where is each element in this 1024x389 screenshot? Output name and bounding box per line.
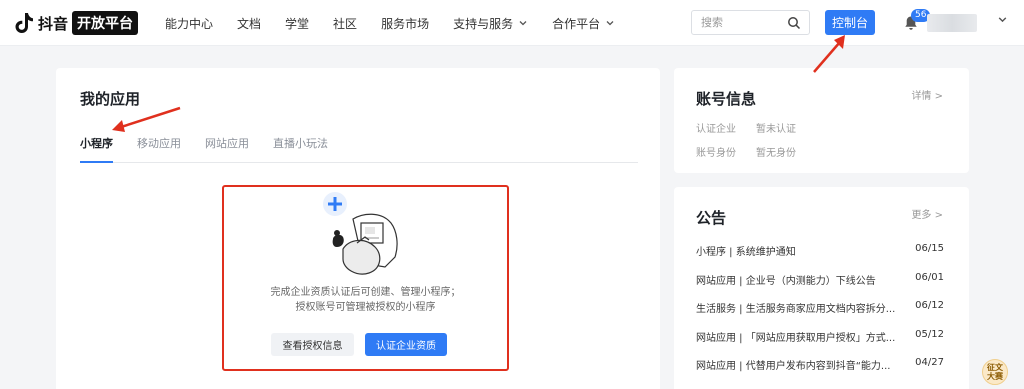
chevron-down-icon[interactable] <box>997 14 1008 25</box>
view-authorization-button[interactable]: 查看授权信息 <box>271 333 354 356</box>
announcements-title: 公告 <box>696 209 727 227</box>
account-row-key: 认证企业 <box>696 124 736 135</box>
badge-line-1: 征文 <box>987 363 1003 372</box>
annotation-arrow-icon <box>813 35 845 73</box>
account-row-value: 暂无身份 <box>756 148 796 159</box>
announcement-list: 小程序 | 系统维护通知 06/15 网站应用 | 企业号（内测能力）下线公告 06… <box>696 243 944 386</box>
account-details-link[interactable]: 详情 > <box>911 87 943 102</box>
tab-live-gameplay[interactable]: 直播小玩法 <box>273 136 328 163</box>
announcement-date: 06/12 <box>915 300 944 311</box>
nav-capability-center[interactable]: 能力中心 <box>165 15 213 32</box>
search-icon[interactable] <box>787 16 801 30</box>
certify-enterprise-button[interactable]: 认证企业资质 <box>365 333 447 356</box>
chevron-down-icon <box>606 21 614 26</box>
empty-state-line-1: 完成企业资质认证后可创建、管理小程序； <box>270 287 461 298</box>
nav-support[interactable]: 支持与服务 <box>453 15 528 32</box>
list-item[interactable]: 网站应用 | 「网站应用获取用户授权」方式... 05/12 <box>696 329 944 358</box>
announcements-card: 公告 更多 > 小程序 | 系统维护通知 06/15 网站应用 | 企业号（内测能… <box>674 187 969 389</box>
nav-label: 合作平台 <box>552 16 601 31</box>
main-nav: 能力中心 文档 学堂 社区 服务市场 支持与服务 合作平台 <box>165 0 639 46</box>
tab-mobile-app[interactable]: 移动应用 <box>137 136 181 163</box>
announcement-title: 网站应用 | 「网站应用获取用户授权」方式... <box>696 332 896 344</box>
empty-state-panel: 完成企业资质认证后可创建、管理小程序； 授权账号可管理被授权的小程序 查看授权信… <box>222 185 509 371</box>
account-row-value: 暂未认证 <box>756 124 796 135</box>
nav-service-market[interactable]: 服务市场 <box>381 15 429 32</box>
announcement-date: 06/01 <box>915 271 944 283</box>
account-row-identity: 账号身份 暂无身份 <box>696 144 796 159</box>
empty-state-message: 完成企业资质认证后可创建、管理小程序； 授权账号可管理被授权的小程序 <box>224 285 507 315</box>
more-announcements-link[interactable]: 更多 > <box>911 206 943 221</box>
announcement-date: 06/15 <box>915 243 944 254</box>
list-item[interactable]: 网站应用 | 代替用户发布内容到抖音“能力... 04/27 <box>696 357 944 386</box>
nav-community[interactable]: 社区 <box>333 15 357 32</box>
essay-contest-badge[interactable]: 征文 大赛 <box>982 359 1008 385</box>
nav-label: 支持与服务 <box>453 16 514 31</box>
empty-state-illustration <box>323 192 398 275</box>
announcement-title: 网站应用 | 企业号（内测能力）下线公告 <box>696 275 876 287</box>
brand-name: 抖音 <box>38 14 69 33</box>
brand-badge: 开放平台 <box>72 11 139 35</box>
nav-docs[interactable]: 文档 <box>237 15 261 32</box>
nav-label: 服务市场 <box>381 16 430 31</box>
nav-label: 社区 <box>333 16 358 31</box>
account-info-card: 账号信息 详情 > 认证企业 暂未认证 账号身份 暂无身份 <box>674 68 969 173</box>
nav-label: 文档 <box>237 16 262 31</box>
nav-academy[interactable]: 学堂 <box>285 15 309 32</box>
announcement-title: 小程序 | 系统维护通知 <box>696 247 796 258</box>
avatar[interactable] <box>927 14 977 32</box>
account-row-certification: 认证企业 暂未认证 <box>696 120 796 135</box>
nav-label: 能力中心 <box>165 16 214 31</box>
announcement-title: 网站应用 | 代替用户发布内容到抖音“能力... <box>696 361 891 372</box>
list-item[interactable]: 生活服务 | 生活服务商家应用文档内容拆分... 06/12 <box>696 300 944 329</box>
announcement-date: 05/12 <box>915 328 944 340</box>
list-item[interactable]: 网站应用 | 企业号（内测能力）下线公告 06/01 <box>696 272 944 301</box>
tab-mini-program[interactable]: 小程序 <box>80 136 113 163</box>
account-info-title: 账号信息 <box>696 90 757 108</box>
nav-partners[interactable]: 合作平台 <box>552 15 615 32</box>
chevron-down-icon <box>519 21 527 26</box>
announcement-title: 生活服务 | 生活服务商家应用文档内容拆分... <box>696 304 896 315</box>
tab-website-app[interactable]: 网站应用 <box>205 136 249 163</box>
account-row-key: 账号身份 <box>696 148 736 159</box>
search-input[interactable] <box>692 11 782 34</box>
badge-line-2: 大赛 <box>987 372 1003 381</box>
announcement-date: 04/27 <box>915 357 944 368</box>
search-box[interactable] <box>691 10 810 35</box>
douyin-logo[interactable]: 抖音 开放平台 <box>14 10 139 36</box>
empty-state-line-2: 授权账号可管理被授权的小程序 <box>295 302 436 313</box>
douyin-logo-icon <box>15 13 33 33</box>
list-item[interactable]: 小程序 | 系统维护通知 06/15 <box>696 243 944 272</box>
annotation-arrow-icon <box>112 106 181 132</box>
nav-label: 学堂 <box>285 16 310 31</box>
app-tabs: 小程序 移动应用 网站应用 直播小玩法 <box>80 136 638 163</box>
top-navbar: 抖音 开放平台 能力中心 文档 学堂 社区 服务市场 支持与服务 合作平台 控制… <box>0 0 1024 46</box>
